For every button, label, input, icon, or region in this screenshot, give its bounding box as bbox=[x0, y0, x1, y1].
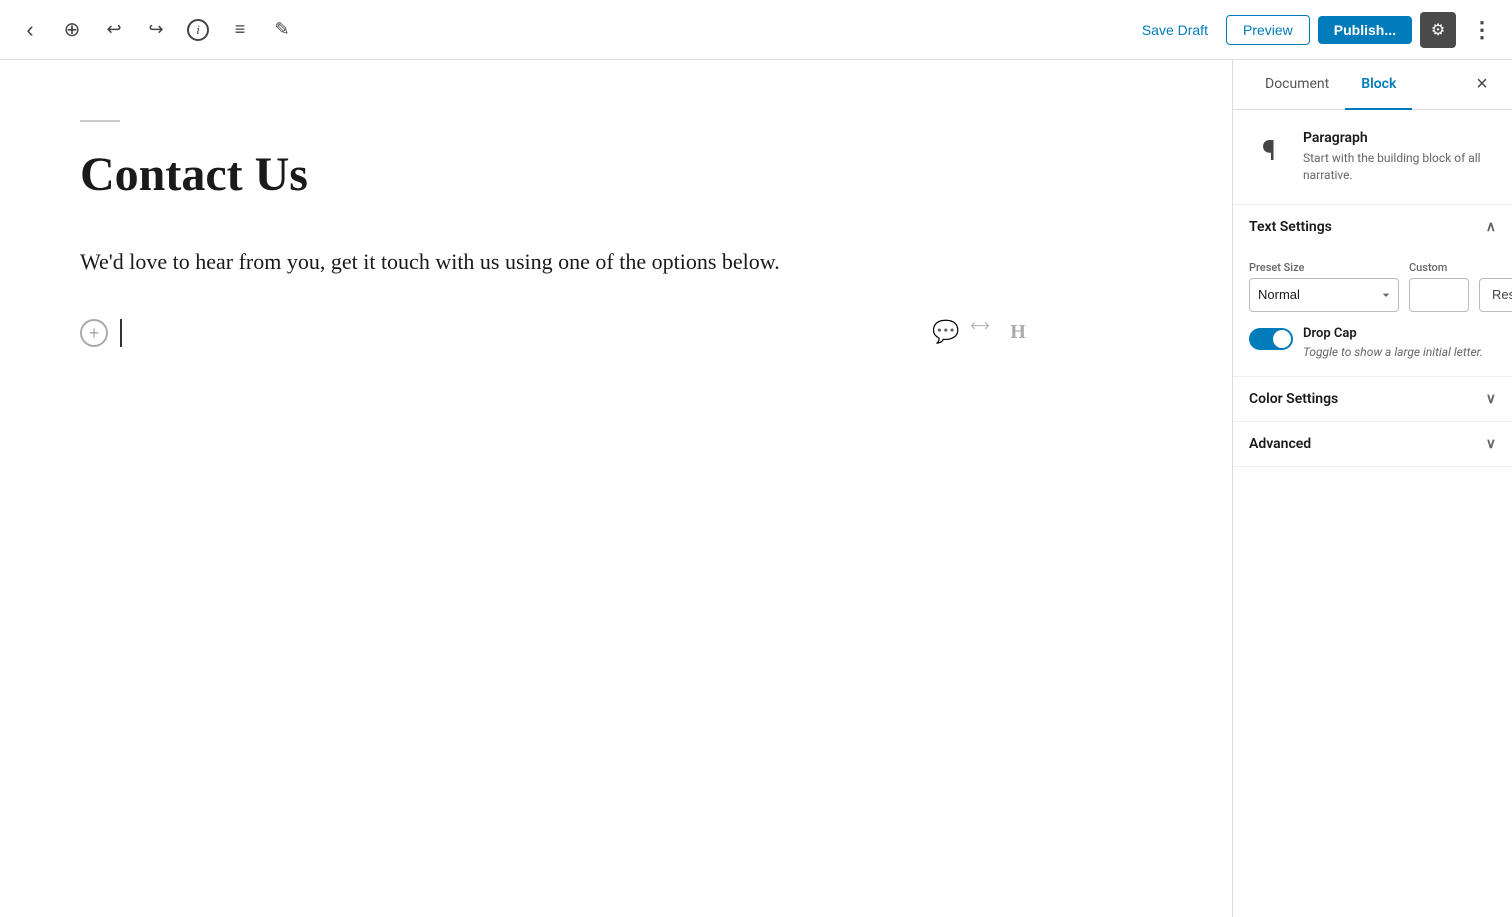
block-info-text: Paragraph Start with the building block … bbox=[1303, 130, 1496, 184]
undo-button[interactable]: ↩ bbox=[96, 12, 132, 48]
save-draft-button[interactable]: Save Draft bbox=[1132, 16, 1218, 44]
main-layout: Contact Us We'd love to hear from you, g… bbox=[0, 60, 1512, 917]
custom-size-input[interactable] bbox=[1409, 278, 1469, 312]
custom-label: Custom bbox=[1409, 261, 1469, 274]
block-info: ¶ Paragraph Start with the building bloc… bbox=[1233, 110, 1512, 205]
back-button[interactable]: ‹ bbox=[12, 12, 48, 48]
heading-icon[interactable]: H bbox=[1004, 319, 1032, 347]
redo-icon: ↪ bbox=[148, 19, 163, 40]
page-heading[interactable]: Contact Us bbox=[80, 146, 1152, 204]
publish-button[interactable]: Publish... bbox=[1318, 16, 1412, 44]
redo-button[interactable]: ↪ bbox=[138, 12, 174, 48]
custom-size-group: Custom bbox=[1409, 261, 1469, 312]
settings-button[interactable]: ⚙ bbox=[1420, 12, 1456, 48]
advanced-label: Advanced bbox=[1249, 436, 1311, 452]
back-icon: ‹ bbox=[26, 17, 33, 43]
tab-document[interactable]: Document bbox=[1249, 60, 1345, 110]
more-options-button[interactable]: ⋮ bbox=[1464, 12, 1500, 48]
editor-area[interactable]: Contact Us We'd love to hear from you, g… bbox=[0, 60, 1232, 917]
text-settings-content: Preset Size Normal Small Medium Large Hu… bbox=[1233, 249, 1512, 377]
text-settings-label: Text Settings bbox=[1249, 219, 1332, 235]
drop-cap-label: Drop Cap bbox=[1303, 326, 1483, 341]
preset-size-label: Preset Size bbox=[1249, 261, 1399, 274]
drop-cap-row: Drop Cap Toggle to show a large initial … bbox=[1249, 326, 1496, 361]
color-settings-header[interactable]: Color Settings ∨ bbox=[1233, 377, 1512, 421]
sidebar-tabs: Document Block × bbox=[1233, 60, 1512, 110]
more-icon: ⋮ bbox=[1471, 17, 1493, 43]
toggle-slider bbox=[1249, 328, 1293, 350]
block-name: Paragraph bbox=[1303, 130, 1496, 146]
preset-size-select[interactable]: Normal Small Medium Large Huge bbox=[1249, 278, 1399, 312]
preset-size-group: Preset Size Normal Small Medium Large Hu… bbox=[1249, 261, 1399, 312]
add-block-toolbar-button[interactable]: ⊕ bbox=[54, 12, 90, 48]
sidebar-close-button[interactable]: × bbox=[1468, 71, 1496, 99]
advanced-header[interactable]: Advanced ∨ bbox=[1233, 422, 1512, 466]
info-button[interactable]: i bbox=[180, 12, 216, 48]
block-description: Start with the building block of all nar… bbox=[1303, 150, 1496, 184]
editor-paragraph[interactable]: We'd love to hear from you, get it touch… bbox=[80, 244, 1152, 279]
edit-icon: ✎ bbox=[274, 19, 289, 40]
toolbar-right: Save Draft Preview Publish... ⚙ ⋮ bbox=[1132, 12, 1500, 48]
list-icon: ≡ bbox=[235, 19, 246, 40]
plus-icon: + bbox=[89, 324, 100, 342]
color-settings-chevron: ∨ bbox=[1486, 391, 1496, 407]
preview-button[interactable]: Preview bbox=[1226, 15, 1310, 45]
text-settings-header[interactable]: Text Settings ∧ bbox=[1233, 205, 1512, 249]
text-settings-chevron: ∧ bbox=[1486, 219, 1496, 235]
toolbar: ‹ ⊕ ↩ ↪ i ≡ ✎ Save Draft Preview Publish… bbox=[0, 0, 1512, 60]
advanced-chevron: ∨ bbox=[1486, 436, 1496, 452]
text-settings-section: Text Settings ∧ Preset Size Normal Small… bbox=[1233, 205, 1512, 378]
chat-icon[interactable]: 💬 bbox=[932, 319, 960, 347]
info-icon: i bbox=[187, 19, 209, 41]
toolbar-left: ‹ ⊕ ↩ ↪ i ≡ ✎ bbox=[12, 12, 1132, 48]
reset-button[interactable]: Reset bbox=[1479, 278, 1512, 312]
pilcrow-icon: ¶ bbox=[1262, 134, 1276, 167]
drop-cap-toggle[interactable] bbox=[1249, 328, 1293, 350]
tab-block[interactable]: Block bbox=[1345, 60, 1412, 110]
color-settings-label: Color Settings bbox=[1249, 391, 1338, 407]
add-block-button[interactable]: + bbox=[80, 319, 108, 347]
color-settings-section: Color Settings ∨ bbox=[1233, 377, 1512, 422]
list-view-button[interactable]: ≡ bbox=[222, 12, 258, 48]
empty-block[interactable]: + 💬 ⤢ H bbox=[80, 311, 1152, 355]
drop-cap-description: Toggle to show a large initial letter. bbox=[1303, 344, 1483, 361]
text-cursor bbox=[120, 319, 122, 347]
edit-button[interactable]: ✎ bbox=[264, 12, 300, 48]
block-tools: 💬 ⤢ H bbox=[932, 319, 1032, 347]
paragraph-icon: ¶ bbox=[1249, 130, 1289, 170]
advanced-section: Advanced ∨ bbox=[1233, 422, 1512, 467]
add-icon: ⊕ bbox=[64, 17, 81, 42]
sidebar: Document Block × ¶ Paragraph Start with … bbox=[1232, 60, 1512, 917]
drop-cap-info: Drop Cap Toggle to show a large initial … bbox=[1303, 326, 1483, 361]
expand-icon[interactable]: ⤢ bbox=[962, 313, 1002, 353]
preset-custom-row: Preset Size Normal Small Medium Large Hu… bbox=[1249, 261, 1496, 312]
editor-separator bbox=[80, 120, 120, 122]
settings-icon: ⚙ bbox=[1431, 20, 1445, 40]
undo-icon: ↩ bbox=[106, 19, 121, 40]
